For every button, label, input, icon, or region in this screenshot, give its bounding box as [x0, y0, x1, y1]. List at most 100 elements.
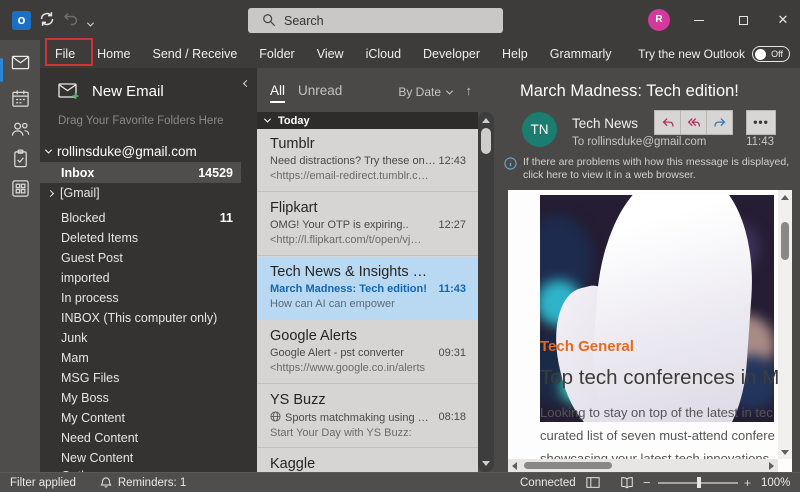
folder-imported[interactable]: imported: [40, 268, 241, 288]
more-actions-button[interactable]: •••: [746, 110, 776, 135]
group-header-today[interactable]: Today: [257, 112, 478, 129]
folder-guest-post[interactable]: Guest Post: [40, 248, 241, 268]
reading-view-button[interactable]: [614, 476, 640, 490]
message-list-scrollbar[interactable]: [478, 112, 494, 472]
sort-direction-icon[interactable]: ↑: [466, 83, 473, 98]
message-time: 08:18: [438, 411, 468, 424]
list-item-flipkart[interactable]: Flipkart OMG! Your OTP is expiring..12:2…: [257, 193, 478, 256]
recipient-line: To rollinsduke@gmail.com: [572, 136, 706, 148]
minimize-button[interactable]: [684, 12, 714, 30]
account-avatar[interactable]: R: [648, 9, 670, 31]
email-horizontal-scrollbar[interactable]: [508, 459, 778, 472]
menu-grammarly[interactable]: Grammarly: [539, 47, 623, 61]
filter-applied-status[interactable]: Filter applied: [10, 477, 76, 489]
close-button[interactable]: ✕: [768, 12, 798, 30]
zoom-slider-thumb[interactable]: [697, 477, 701, 488]
menu-developer[interactable]: Developer: [412, 47, 491, 61]
connection-status: Connected: [520, 477, 576, 489]
undo-icon[interactable]: [62, 10, 82, 30]
reply-all-button[interactable]: [680, 110, 707, 135]
new-outlook-toggle[interactable]: Off: [752, 46, 790, 62]
warning-text: If there are problems with how this mess…: [523, 156, 794, 182]
message-subject: OMG! Your OTP is expiring..: [270, 219, 409, 231]
apps-grid-icon: [11, 179, 30, 198]
try-new-outlook-label: Try the new Outlook: [638, 47, 745, 61]
tab-unread[interactable]: Unread: [298, 83, 342, 103]
reply-button[interactable]: [654, 110, 681, 135]
zoom-level[interactable]: 100%: [761, 477, 790, 489]
list-item-kaggle[interactable]: Kaggle Competition Launch - March M…00:3…: [257, 449, 478, 472]
folder-mam[interactable]: Mam: [40, 348, 241, 368]
nav-more-apps-button[interactable]: [0, 174, 40, 202]
toggle-knob: [755, 49, 766, 60]
new-email-button[interactable]: New Email: [58, 82, 164, 101]
nav-people-button[interactable]: [0, 114, 40, 142]
folder-name: Need Content: [61, 431, 138, 445]
menu-view[interactable]: View: [306, 47, 355, 61]
scrollbar-thumb: [524, 462, 612, 469]
reminders-label: Reminders: 1: [118, 477, 186, 489]
zoom-out-button[interactable]: −: [643, 475, 651, 490]
folder-in-process[interactable]: In process: [40, 288, 241, 308]
folder-inbox-computer-only[interactable]: INBOX (This computer only): [40, 308, 241, 328]
account-address: rollinsduke@gmail.com: [57, 144, 197, 159]
folder-junk[interactable]: Junk: [40, 328, 241, 348]
scroll-right-icon: [769, 462, 774, 470]
people-icon: [11, 119, 30, 138]
menu-icloud[interactable]: iCloud: [355, 47, 412, 61]
folder-inbox-selected[interactable]: Inbox 14529: [40, 162, 241, 183]
email-category-label[interactable]: Tech General: [540, 338, 634, 355]
account-tree-header[interactable]: rollinsduke@gmail.com: [46, 144, 197, 159]
nav-tasks-button[interactable]: [0, 144, 40, 172]
email-vertical-scrollbar[interactable]: [778, 190, 792, 459]
message-time: 12:27: [438, 219, 468, 231]
search-input[interactable]: Search: [248, 8, 503, 33]
folder-need-content[interactable]: Need Content: [40, 428, 241, 448]
email-body-text: Looking to stay on top of the latest in …: [540, 405, 773, 420]
nav-calendar-button[interactable]: [0, 84, 40, 112]
message-display-warning[interactable]: If there are problems with how this mess…: [504, 156, 794, 182]
folder-gmail-node[interactable]: [Gmail]: [48, 186, 100, 200]
list-item-tumblr[interactable]: Tumblr Need distractions? Try these on…1…: [257, 129, 478, 192]
folder-my-content[interactable]: My Content: [40, 408, 241, 428]
bell-icon: [100, 476, 112, 489]
reminders-status[interactable]: Reminders: 1: [100, 476, 186, 489]
folder-deleted-items[interactable]: Deleted Items: [40, 228, 241, 248]
menu-file[interactable]: File: [44, 47, 86, 61]
forward-button[interactable]: [706, 110, 733, 135]
scroll-down-icon: [482, 461, 490, 466]
menu-folder[interactable]: Folder: [248, 47, 305, 61]
list-item-google-alerts[interactable]: Google Alerts Google Alert - pst convert…: [257, 321, 478, 384]
menu-help[interactable]: Help: [491, 47, 539, 61]
sender-avatar[interactable]: TN: [522, 112, 557, 147]
collapse-folder-pane-icon[interactable]: [244, 73, 249, 91]
maximize-button[interactable]: [728, 12, 758, 30]
group-collapse-chevron-icon: [264, 116, 271, 123]
search-placeholder: Search: [284, 14, 324, 28]
normal-view-button[interactable]: [580, 476, 606, 490]
list-item-ys-buzz[interactable]: YS Buzz Sports matchmaking using … 08:18…: [257, 385, 478, 448]
scroll-left-icon: [512, 462, 517, 470]
sort-by-date-dropdown[interactable]: By Date: [398, 85, 452, 99]
send-receive-sync-icon[interactable]: [38, 10, 58, 30]
folder-blocked[interactable]: Blocked11: [40, 208, 241, 228]
reply-icon: [660, 115, 676, 131]
menu-send-receive[interactable]: Send / Receive: [142, 47, 249, 61]
folder-new-content[interactable]: New Content: [40, 448, 241, 468]
message-sender: Tumblr: [270, 136, 468, 152]
list-item-tech-news-selected[interactable]: Tech News & Insights … March Madness: Te…: [257, 257, 478, 320]
title-bar: o Search R ✕: [0, 0, 800, 40]
folder-msg-files[interactable]: MSG Files: [40, 368, 241, 388]
zoom-in-button[interactable]: +: [744, 476, 751, 490]
toggle-state-label: Off: [771, 49, 783, 59]
new-email-icon: [58, 82, 80, 101]
customize-toolbar-chevron-icon[interactable]: [88, 14, 93, 32]
nav-mail-button[interactable]: [0, 48, 40, 76]
tab-all[interactable]: All: [270, 83, 285, 103]
ribbon-menu-bar: File Home Send / Receive Folder View iCl…: [40, 40, 800, 68]
message-sender: Google Alerts: [270, 328, 468, 344]
folder-my-boss[interactable]: My Boss: [40, 388, 241, 408]
outlook-app-icon: o: [12, 11, 31, 30]
menu-home[interactable]: Home: [86, 47, 141, 61]
sender-name[interactable]: Tech News: [572, 116, 638, 131]
